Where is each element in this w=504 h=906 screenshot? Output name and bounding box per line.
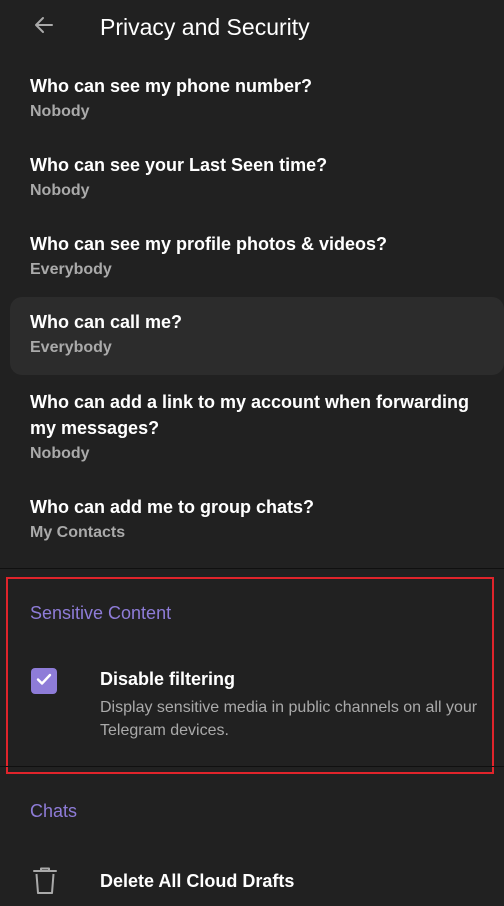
- disable-filtering-toggle[interactable]: Disable filtering Display sensitive medi…: [10, 654, 504, 750]
- item-title: Who can see your Last Seen time?: [30, 155, 328, 175]
- privacy-item-last-seen[interactable]: Who can see your Last Seen time? Nobody: [10, 147, 504, 213]
- delete-cloud-drafts-button[interactable]: Delete All Cloud Drafts: [10, 856, 504, 906]
- delete-drafts-label: Delete All Cloud Drafts: [100, 871, 295, 891]
- item-title: Who can call me?: [30, 312, 183, 332]
- item-title: Who can see my phone number?: [30, 76, 313, 96]
- privacy-item-profile-photos[interactable]: Who can see my profile photos & videos? …: [10, 226, 504, 292]
- item-value: Everybody: [30, 261, 112, 278]
- privacy-item-phone-number[interactable]: Who can see my phone number? Nobody: [10, 68, 504, 134]
- item-value: Everybody: [30, 339, 112, 356]
- privacy-item-forwarding-link[interactable]: Who can add a link to my account when fo…: [10, 384, 504, 468]
- header: Privacy and Security: [0, 0, 504, 54]
- item-title: Who can see my profile photos & videos?: [30, 234, 388, 254]
- chats-header: Chats: [30, 801, 78, 821]
- back-button[interactable]: [22, 8, 66, 46]
- item-title: Who can add a link to my account when fo…: [30, 392, 470, 438]
- item-value: Nobody: [30, 182, 90, 199]
- item-value: Nobody: [30, 103, 90, 120]
- section-divider: [0, 766, 504, 767]
- item-value: Nobody: [30, 445, 90, 462]
- page-title: Privacy and Security: [100, 14, 310, 40]
- privacy-item-calls[interactable]: Who can call me? Everybody: [10, 297, 504, 375]
- checkbox-description: Display sensitive media in public channe…: [100, 699, 478, 739]
- item-title: Who can add me to group chats?: [30, 497, 315, 517]
- trash-icon: [32, 866, 58, 896]
- arrow-left-icon: [32, 13, 56, 42]
- checkmark-icon: [35, 670, 53, 693]
- disable-filtering-checkbox[interactable]: [31, 668, 57, 694]
- checkbox-label: Disable filtering: [100, 669, 236, 689]
- section-divider: [0, 568, 504, 569]
- privacy-item-group-chats[interactable]: Who can add me to group chats? My Contac…: [10, 489, 504, 555]
- sensitive-content-header: Sensitive Content: [30, 603, 172, 623]
- item-value: My Contacts: [30, 524, 126, 541]
